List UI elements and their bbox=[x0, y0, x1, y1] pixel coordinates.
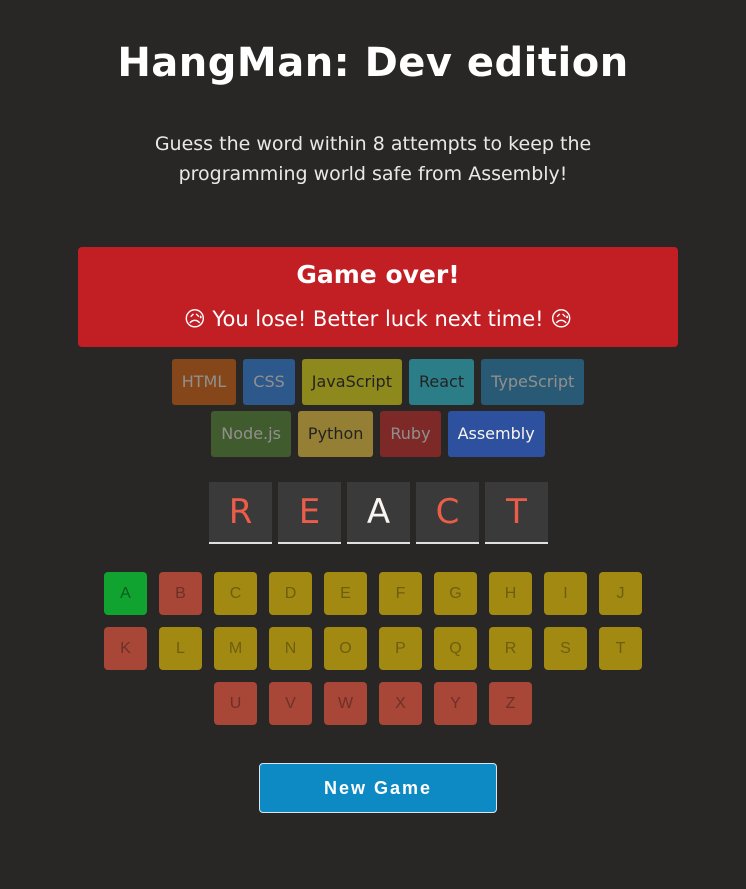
key-s[interactable]: S bbox=[544, 627, 587, 670]
page-subtitle: Guess the word within 8 attempts to keep… bbox=[154, 133, 592, 185]
word-letter: E bbox=[278, 482, 341, 544]
word-letter: C bbox=[416, 482, 479, 544]
key-g[interactable]: G bbox=[434, 572, 477, 615]
language-chip-react: React bbox=[408, 359, 475, 405]
language-chips-row-2: Node.js Python Ruby Assembly bbox=[78, 411, 678, 457]
word-letter: A bbox=[347, 482, 410, 544]
game-status-banner: Game over! 😥 You lose! Better luck next … bbox=[78, 247, 678, 347]
key-e[interactable]: E bbox=[324, 572, 367, 615]
key-q[interactable]: Q bbox=[434, 627, 477, 670]
key-p[interactable]: P bbox=[379, 627, 422, 670]
keyboard-row-3: UVWXYZ bbox=[0, 682, 746, 725]
key-w[interactable]: W bbox=[324, 682, 367, 725]
key-i[interactable]: I bbox=[544, 572, 587, 615]
language-chips-row-1: HTML CSS JavaScript React TypeScript bbox=[78, 359, 678, 405]
keyboard-row-1: ABCDEFGHIJ bbox=[0, 572, 746, 615]
word-letter: R bbox=[209, 482, 272, 544]
language-chip-node-js: Node.js bbox=[211, 411, 291, 457]
key-d[interactable]: D bbox=[269, 572, 312, 615]
key-b[interactable]: B bbox=[159, 572, 202, 615]
key-m[interactable]: M bbox=[214, 627, 257, 670]
status-message: 😥 You lose! Better luck next time! 😥 bbox=[183, 307, 573, 331]
key-v[interactable]: V bbox=[269, 682, 312, 725]
status-title: Game over! bbox=[296, 260, 460, 289]
word-display: REACT bbox=[209, 482, 548, 544]
key-a[interactable]: A bbox=[104, 572, 147, 615]
key-o[interactable]: O bbox=[324, 627, 367, 670]
key-t[interactable]: T bbox=[599, 627, 642, 670]
key-c[interactable]: C bbox=[214, 572, 257, 615]
language-chip-html: HTML bbox=[171, 359, 237, 405]
word-letter: T bbox=[485, 482, 548, 544]
key-n[interactable]: N bbox=[269, 627, 312, 670]
key-y[interactable]: Y bbox=[434, 682, 477, 725]
key-u[interactable]: U bbox=[214, 682, 257, 725]
keyboard-row-2: KLMNOPQRST bbox=[0, 627, 746, 670]
key-f[interactable]: F bbox=[379, 572, 422, 615]
key-z[interactable]: Z bbox=[489, 682, 532, 725]
language-chip-typescript: TypeScript bbox=[481, 359, 585, 405]
new-game-button[interactable]: New Game bbox=[259, 763, 497, 813]
language-chip-ruby: Ruby bbox=[380, 411, 441, 457]
language-chip-css: CSS bbox=[243, 359, 295, 405]
key-k[interactable]: K bbox=[104, 627, 147, 670]
language-chip-python: Python bbox=[297, 411, 374, 457]
key-h[interactable]: H bbox=[489, 572, 532, 615]
key-l[interactable]: L bbox=[159, 627, 202, 670]
language-chip-javascript: JavaScript bbox=[301, 359, 402, 405]
key-r[interactable]: R bbox=[489, 627, 532, 670]
key-x[interactable]: X bbox=[379, 682, 422, 725]
page-title: HangMan: Dev edition bbox=[117, 40, 629, 86]
language-chip-assembly: Assembly bbox=[447, 411, 545, 457]
key-j[interactable]: J bbox=[599, 572, 642, 615]
